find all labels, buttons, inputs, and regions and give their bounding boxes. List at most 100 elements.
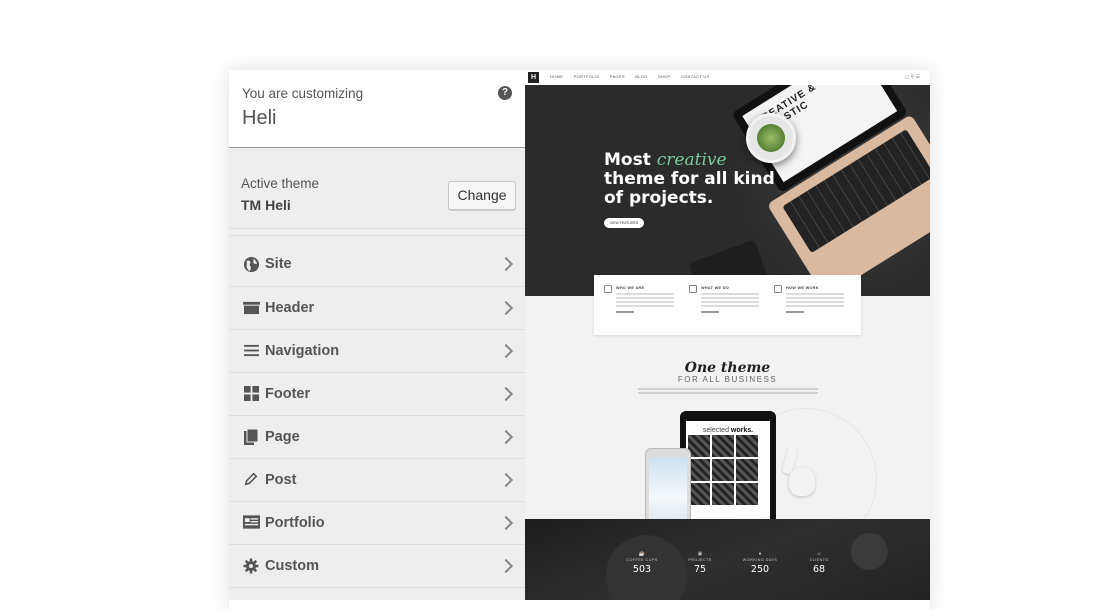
features-box: WHO WE ARE WHAT WE DO HOW WE WORK	[594, 275, 861, 335]
hero-line3: of projects.	[604, 188, 714, 208]
phone-screen	[649, 457, 687, 523]
section-post[interactable]: Post	[229, 459, 525, 502]
customizer-header: You are customizing Heli ?	[229, 70, 525, 148]
stat-label: PROJECTS	[688, 558, 712, 562]
monitor-icon	[689, 285, 697, 293]
stats-section: ☕ COFFEE CUPS 503 ▣ PROJECTS 75 ● WORKIN…	[525, 519, 930, 600]
section-site[interactable]: Site	[229, 235, 525, 287]
section-header[interactable]: Header	[229, 287, 525, 330]
plant-leaves	[757, 124, 785, 152]
stat-label: CLIENTS	[809, 558, 829, 562]
customizing-label: You are customizing	[242, 86, 364, 101]
clients-icon: ☺	[816, 551, 822, 557]
feature-title: WHO WE ARE	[616, 286, 645, 290]
stat-item: ▣ PROJECTS 75	[670, 551, 730, 575]
feature-text	[786, 293, 844, 295]
header-icon	[242, 300, 260, 318]
feature-text	[701, 293, 759, 295]
site-name: Heli	[242, 107, 277, 129]
feature-read-more[interactable]	[786, 311, 804, 313]
one-theme-section: One theme FOR ALL BUSINESS	[525, 360, 930, 390]
stat-value: 68	[812, 564, 826, 575]
site-preview[interactable]: H HOME PORTFOLIO PAGES BLOG SHOP CONTACT…	[525, 70, 930, 600]
preview-hero: CREATIVE & ARTISTIC Most creative theme …	[525, 85, 930, 296]
preview-logo[interactable]: H	[528, 72, 539, 83]
bell-icon	[774, 285, 782, 293]
days-icon: ●	[758, 551, 762, 557]
hero-line1-a: Most	[604, 150, 651, 170]
anchor-icon	[604, 285, 612, 293]
chevron-right-icon	[498, 429, 514, 445]
section-custom[interactable]: Custom	[229, 545, 525, 588]
hero-line1-b: creative	[656, 150, 727, 170]
section-footer[interactable]: Footer	[229, 373, 525, 416]
feature-text	[616, 293, 674, 295]
section-portfolio[interactable]: Portfolio	[229, 502, 525, 545]
one-theme-heading: One theme	[684, 360, 771, 376]
coffee-icon: ☕	[638, 551, 646, 557]
stat-item: ☕ COFFEE CUPS 503	[612, 551, 672, 575]
tablet-mockup: selected works.	[680, 411, 776, 526]
hero-button[interactable]: VIEW FEATURES	[604, 218, 644, 228]
section-list: Site Header Navigation Footer Page Post …	[229, 235, 525, 588]
projects-icon: ▣	[697, 551, 703, 557]
one-theme-subheading: FOR ALL BUSINESS	[677, 375, 778, 384]
active-theme-label: Active theme	[241, 176, 320, 191]
section-label: Header	[265, 300, 315, 316]
stat-item: ● WORKING DAYS 250	[730, 551, 790, 575]
chevron-right-icon	[498, 515, 514, 531]
help-icon[interactable]: ?	[498, 86, 512, 100]
chevron-right-icon	[498, 256, 514, 272]
menu-icon[interactable]: ☰	[916, 74, 920, 80]
cart-icon[interactable]: ◻	[905, 74, 909, 80]
nav-link[interactable]: PORTFOLIO	[574, 74, 600, 79]
selected-word: selected	[702, 427, 729, 434]
section-label: Site	[265, 256, 292, 272]
deer-statue	[781, 438, 823, 518]
page-icon	[242, 428, 260, 447]
change-theme-button[interactable]: Change	[448, 181, 516, 210]
section-label: Page	[265, 429, 300, 445]
section-label: Post	[265, 472, 297, 488]
deer-body	[789, 468, 815, 496]
nav-link[interactable]: SHOP	[658, 74, 671, 79]
chevron-right-icon	[498, 472, 514, 488]
nav-link[interactable]: PAGES	[610, 74, 625, 79]
chevron-right-icon	[498, 558, 514, 574]
stat-item: ☺ CLIENTS 68	[789, 551, 849, 575]
menu-icon	[242, 343, 260, 361]
search-icon[interactable]: ⚲	[910, 74, 914, 80]
feature-title: WHAT WE DO	[701, 286, 730, 290]
feature-title: HOW WE WORK	[786, 286, 819, 290]
section-page[interactable]: Page	[229, 416, 525, 459]
works-grid	[688, 435, 758, 505]
stat-value: 75	[693, 564, 707, 575]
nav-link[interactable]: BLOG	[635, 74, 647, 79]
chevron-right-icon	[498, 386, 514, 402]
preview-nav-icons: ◻ ⚲ ☰	[905, 74, 920, 80]
globe-icon	[242, 256, 260, 274]
feature-read-more[interactable]	[701, 311, 719, 313]
phone-mockup	[645, 448, 691, 530]
preview-navbar: H HOME PORTFOLIO PAGES BLOG SHOP CONTACT…	[525, 70, 930, 85]
devices-mockup: selected works.	[635, 408, 877, 550]
chevron-right-icon	[498, 300, 514, 316]
nav-link[interactable]: CONTACT US	[681, 74, 710, 79]
active-theme-section: Active theme TM Heli Change	[229, 149, 525, 229]
feature-read-more[interactable]	[616, 311, 634, 313]
section-label: Navigation	[265, 343, 340, 359]
stat-label: WORKING DAYS	[742, 558, 778, 562]
nav-link[interactable]: HOME	[550, 74, 563, 79]
chevron-right-icon	[498, 343, 514, 359]
section-label: Custom	[265, 558, 319, 574]
hero-line2: theme for all kind	[604, 169, 775, 189]
selected-works-title: selected works.	[686, 427, 770, 434]
section-label: Footer	[265, 386, 311, 402]
preview-nav-links: HOME PORTFOLIO PAGES BLOG SHOP CONTACT U…	[550, 74, 719, 79]
gear-icon	[242, 558, 260, 576]
section-navigation[interactable]: Navigation	[229, 330, 525, 373]
stat-value: 250	[750, 564, 770, 575]
one-theme-text	[637, 388, 818, 390]
section-label: Portfolio	[265, 515, 325, 531]
stat-value: 503	[632, 564, 652, 575]
